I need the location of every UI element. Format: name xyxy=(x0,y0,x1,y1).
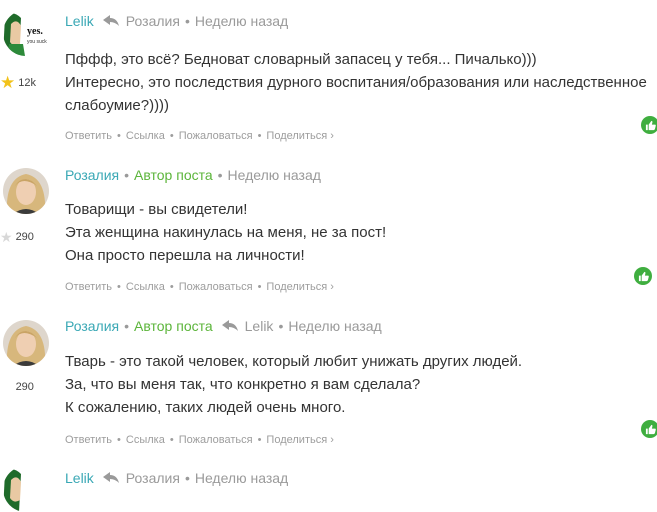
reply-arrow-icon xyxy=(221,319,239,333)
karma-rating: ★ 290 xyxy=(0,380,34,394)
comment-text: Товарищи - вы свидетели! Эта женщина нак… xyxy=(65,198,386,267)
report-link[interactable]: Пожаловаться xyxy=(179,281,253,293)
like-button[interactable] xyxy=(634,267,652,285)
karma-value: 290 xyxy=(15,231,34,243)
karma-rating: ★ 12k xyxy=(0,74,36,91)
report-link[interactable]: Пожаловаться xyxy=(179,434,253,446)
comment-line: Она просто перешла на личности! xyxy=(65,247,305,264)
post-author-badge: Автор поста xyxy=(134,318,213,334)
star-icon: ★ xyxy=(0,379,13,395)
thumbs-up-icon xyxy=(645,424,656,434)
reply-link[interactable]: Ответить xyxy=(65,281,112,293)
comment-actions: Ответить • Ссылка • Пожаловаться • Поделиться … xyxy=(65,281,334,293)
reply-to-name[interactable]: Розалия xyxy=(126,470,180,486)
karma-value: 12k xyxy=(18,76,36,89)
comment-header: Lelik Розалия • Неделю назад xyxy=(65,13,289,29)
comment-line: Эта женщина накинулась на меня, не за по… xyxy=(65,224,387,241)
comment-time[interactable]: Неделю назад xyxy=(195,470,288,486)
reply-to-name[interactable]: Розалия xyxy=(126,13,180,29)
comment-line: К сожалению, таких людей очень много. xyxy=(65,399,346,416)
comment-header: Розалия • Автор поста Lelik • Неделю наз… xyxy=(65,318,382,334)
karma-rating: ★ 290 xyxy=(0,230,34,244)
thumbs-up-icon xyxy=(645,120,656,130)
share-link[interactable]: Поделиться › xyxy=(266,434,333,446)
comment-line: Пффф, это всё? Бедноват словарный запасе… xyxy=(65,51,537,68)
comment-line: Интересно, это последствия дурного воспи… xyxy=(65,74,647,91)
comment-actions: Ответить • Ссылка • Пожаловаться • Поделиться … xyxy=(65,434,334,446)
author-name[interactable]: Розалия xyxy=(65,318,119,334)
avatar[interactable] xyxy=(3,168,49,214)
avatar[interactable] xyxy=(3,320,49,366)
comment-time[interactable]: Неделю назад xyxy=(228,167,321,183)
comment-line: слабоумие?)))) xyxy=(65,97,170,114)
like-button[interactable] xyxy=(641,420,657,438)
share-link[interactable]: Поделиться › xyxy=(266,281,333,293)
avatar-text: yes. xyxy=(27,26,43,37)
avatar-text: you suck. xyxy=(27,39,48,45)
link-link[interactable]: Ссылка xyxy=(126,130,165,142)
comment-line: За, что вы меня так, что конкретно я вам… xyxy=(65,376,421,393)
post-author-badge: Автор поста xyxy=(134,167,213,183)
like-button[interactable] xyxy=(641,116,657,134)
thumbs-up-icon xyxy=(638,271,649,281)
reply-link[interactable]: Ответить xyxy=(65,130,112,142)
author-name[interactable]: Lelik xyxy=(65,13,94,29)
reply-link[interactable]: Ответить xyxy=(65,434,112,446)
comment-text: Тварь - это такой человек, который любит… xyxy=(65,350,522,419)
reply-to-name[interactable]: Lelik xyxy=(245,318,274,334)
reply-arrow-icon xyxy=(102,14,120,28)
comment-line: Тварь - это такой человек, который любит… xyxy=(65,353,523,370)
comment-text: Пффф, это всё? Бедноват словарный запасе… xyxy=(65,48,647,117)
link-link[interactable]: Ссылка xyxy=(126,434,165,446)
star-icon: ★ xyxy=(0,73,16,92)
comment-header: Розалия • Автор поста • Неделю назад xyxy=(65,167,321,183)
link-link[interactable]: Ссылка xyxy=(126,281,165,293)
comment-header: Lelik Розалия • Неделю назад xyxy=(65,470,289,486)
comment-actions: Ответить • Ссылка • Пожаловаться • Поделиться … xyxy=(65,130,334,142)
karma-value: 290 xyxy=(15,381,34,393)
comment-time[interactable]: Неделю назад xyxy=(288,318,381,334)
share-link[interactable]: Поделиться › xyxy=(266,130,333,142)
report-link[interactable]: Пожаловаться xyxy=(179,130,253,142)
reply-arrow-icon xyxy=(102,471,120,485)
comment-time[interactable]: Неделю назад xyxy=(195,13,288,29)
avatar[interactable] xyxy=(3,466,49,512)
star-icon: ★ xyxy=(0,229,13,245)
avatar[interactable]: yes. you suck. xyxy=(3,10,49,56)
author-name[interactable]: Розалия xyxy=(65,167,119,183)
author-name[interactable]: Lelik xyxy=(65,470,94,486)
comment-line: Товарищи - вы свидетели! xyxy=(65,201,248,218)
